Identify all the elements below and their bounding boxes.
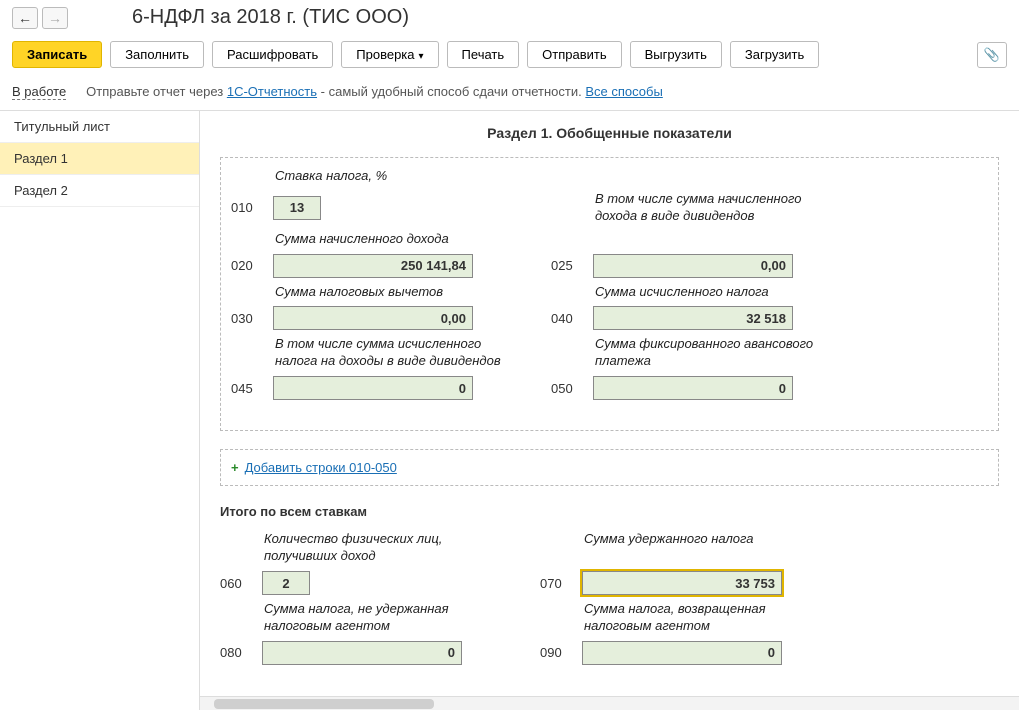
page-title: 6-НДФЛ за 2018 г. (ТИС ООО) [132,6,409,29]
label-090: Сумма налога, возвращенная налоговым аге… [540,601,830,635]
row-010: 010 13 [231,191,521,225]
field-050[interactable]: 0 [593,376,793,400]
field-080[interactable]: 0 [262,641,462,665]
scrollbar-thumb[interactable] [214,699,434,709]
totals-title: Итого по всем ставкам [220,504,999,519]
send-button[interactable]: Отправить [527,41,621,68]
print-button[interactable]: Печать [447,41,520,68]
rate-label: Ставка налога, % [231,168,521,185]
row-040: 040 32 518 [551,306,841,330]
label-050: Сумма фиксированного авансового платежа [551,336,841,370]
sidebar-item-section-2[interactable]: Раздел 2 [0,175,199,207]
export-button[interactable]: Выгрузить [630,41,722,68]
row-060: 060 2 [220,571,510,595]
field-010[interactable]: 13 [273,196,321,220]
field-025[interactable]: 0,00 [593,254,793,278]
label-080: Сумма налога, не удержанная налоговым аг… [220,601,510,635]
label-040: Сумма исчисленного налога [551,284,841,301]
save-button[interactable]: Записать [12,41,102,68]
row-025: 025 0,00 [551,254,841,278]
all-ways-link[interactable]: Все способы [585,84,662,99]
field-070[interactable]: 33 753 [582,571,782,595]
state-link[interactable]: В работе [12,84,66,100]
sidebar-item-section-1[interactable]: Раздел 1 [0,143,199,175]
field-060[interactable]: 2 [262,571,310,595]
plus-icon: + [231,460,239,475]
add-rows-link[interactable]: Добавить строки 010-050 [245,460,397,475]
forward-button[interactable]: → [42,7,68,29]
decrypt-button[interactable]: Расшифровать [212,41,333,68]
horizontal-scrollbar[interactable] [200,696,1019,710]
row-020: 020 250 141,84 [231,254,521,278]
import-button[interactable]: Загрузить [730,41,819,68]
row-030: 030 0,00 [231,306,521,330]
check-button[interactable]: Проверка▾ [341,41,438,68]
field-040[interactable]: 32 518 [593,306,793,330]
row-050: 050 0 [551,376,841,400]
row-080: 080 0 [220,641,510,665]
label-045: В том числе сумма исчисленного налога на… [231,336,521,370]
label-025: В том числе сумма начисленного дохода в … [551,191,841,225]
label-070: Сумма удержанного налога [540,531,830,565]
label-020: Сумма начисленного дохода [231,231,521,248]
sidebar: Титульный лист Раздел 1 Раздел 2 [0,111,200,710]
chevron-down-icon: ▾ [419,51,424,62]
field-030[interactable]: 0,00 [273,306,473,330]
fill-button[interactable]: Заполнить [110,41,204,68]
status-hint: Отправьте отчет через 1С-Отчетность - са… [86,84,663,99]
row-090: 090 0 [540,641,830,665]
row-070: 070 33 753 [540,571,830,595]
field-045[interactable]: 0 [273,376,473,400]
field-020[interactable]: 250 141,84 [273,254,473,278]
row-045: 045 0 [231,376,521,400]
sidebar-item-title-page[interactable]: Титульный лист [0,111,199,143]
content: Раздел 1. Обобщенные показатели Ставка н… [200,111,1019,710]
attach-button[interactable]: 📎 [977,42,1007,68]
label-030: Сумма налоговых вычетов [231,284,521,301]
section-title: Раздел 1. Обобщенные показатели [220,121,999,157]
label-060: Количество физических лиц, получивших до… [220,531,510,565]
back-button[interactable]: ← [12,7,38,29]
paperclip-icon: 📎 [984,47,1000,63]
field-090[interactable]: 0 [582,641,782,665]
reporting-link[interactable]: 1С-Отчетность [227,84,317,99]
